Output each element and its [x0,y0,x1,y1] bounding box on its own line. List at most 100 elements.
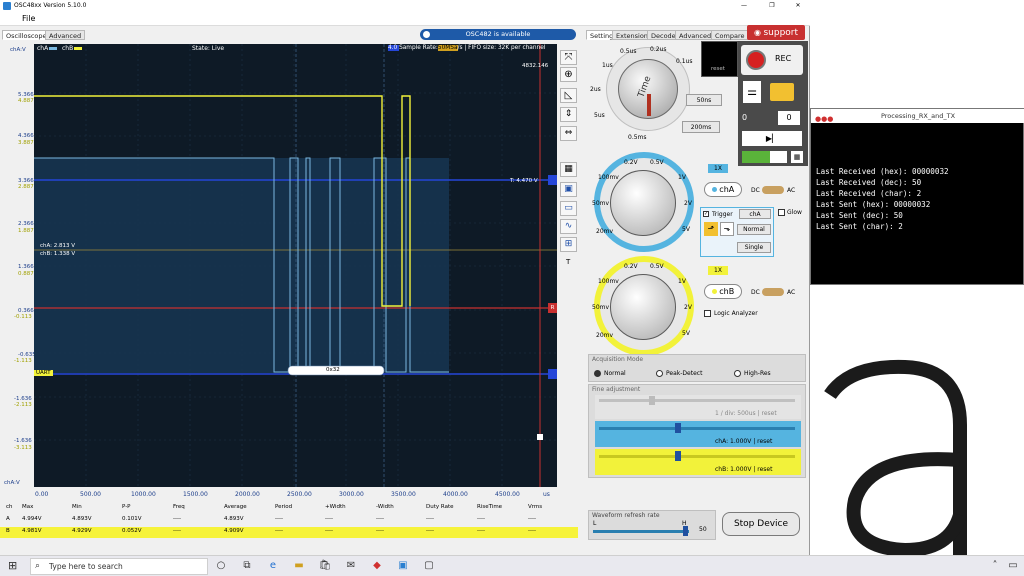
sample-prefix: 4.0 [388,45,400,51]
acq-normal-radio[interactable] [594,370,601,377]
oscilloscope-taskbar-icon[interactable]: ▣ [396,559,410,573]
time-fine-slider[interactable]: 1 / div: 500us | reset [595,395,801,419]
chb-fine-slider[interactable]: chB: 1.000V | reset [595,449,801,475]
save-icon[interactable]: ▣ [560,182,577,197]
text-tool-icon[interactable]: T [566,258,570,266]
legend-cha[interactable]: chA [37,45,58,52]
sample-rate-info: 4.0 Sample Rate:50MSa/s | FIFO size: 32K… [388,45,546,51]
y-tick-b: -0.113 [14,314,32,320]
support-button[interactable]: ◉ support [747,25,805,40]
acq-peak-radio[interactable] [656,370,663,377]
y-tick-b: 3.887 [18,140,34,146]
chb-fine-thumb[interactable] [675,451,681,461]
legend-chb[interactable]: chB [62,45,83,52]
cell: ---- [426,528,434,534]
chb-knob-label: 100mv [598,278,619,285]
y-tick-b: 4.887 [18,98,34,104]
notification-icon[interactable]: ▭ [1006,559,1020,573]
maximize-button[interactable]: ❐ [762,0,782,12]
right-marker-r[interactable]: R [548,303,557,313]
trigger-normal-button[interactable]: Normal [737,224,771,235]
taskbar-search-input[interactable]: ⌕ Type here to search [30,558,208,575]
counter-right[interactable]: 0 [778,111,800,125]
chb-knob[interactable] [610,274,676,340]
tray-chevron-icon[interactable]: ˄ [988,559,1002,573]
ruler-icon[interactable]: ◺ [560,88,577,103]
explorer-icon[interactable]: ▬ [292,559,306,573]
time-fine-thumb[interactable] [649,396,655,405]
trigger-channel-select[interactable]: chA [739,209,771,219]
close-button[interactable]: ✕ [788,0,808,12]
processing-line: Last Received (char): 2 [816,189,922,198]
cha-fine-label: chA: 1.000V | reset [715,438,773,445]
play-icon[interactable]: ▶▏ [742,131,802,146]
cha-dc-label: DC [751,187,760,194]
folder-icon[interactable] [770,83,794,101]
cell: A [6,516,10,522]
equalizer-icon[interactable]: ⚌ [743,81,761,103]
cha-button[interactable]: chA [704,182,742,197]
app-icon-taskbar[interactable]: ◆ [370,559,384,573]
task-view-icon[interactable]: ⧉ [240,559,254,573]
trigger-box: ✓ Trigger chA ⬏ ⬎ Normal Single [700,207,774,257]
falling-edge-icon[interactable]: ⬎ [720,222,734,236]
screenshot-icon[interactable]: ▭ [560,201,577,216]
time-select-slow[interactable]: 200ms [682,121,720,133]
oscilloscope-app-window: OSC48xx Version 5.10.0 — ❐ ✕ File Oscill… [0,0,810,555]
stop-device-button[interactable]: Stop Device [722,512,800,536]
cha-knob[interactable] [610,170,676,236]
mail-icon[interactable]: ✉ [344,559,358,573]
cha-coupling-toggle[interactable] [762,186,784,194]
glow-checkbox[interactable] [778,209,785,216]
processing-window-buttons[interactable]: ●●● [815,112,833,126]
col-header: Duty Rate [426,504,454,510]
scope-screen[interactable]: chA chB State: Live 4.0 Sample Rate:50MS… [34,44,557,487]
chB-fill [34,158,449,373]
cha-fine-thumb[interactable] [675,423,681,433]
cha-scale[interactable]: 1X [708,164,728,173]
chb-button[interactable]: chB [704,284,742,299]
waveform-icon[interactable]: ∿ [560,219,577,234]
tab-advanced-left[interactable]: Advanced [45,30,86,40]
cha-fine-slider[interactable]: chA: 1.000V | reset [595,421,801,447]
calculator-icon[interactable]: ▦ [560,162,577,177]
cell: ---- [477,516,485,522]
logic-analyzer-checkbox[interactable] [704,310,711,317]
uart-label[interactable]: UART [34,370,53,376]
chb-button-dot [711,289,717,294]
cortana-icon[interactable]: ○ [214,559,228,573]
cell: B [6,528,10,534]
horizontal-cursor-icon[interactable]: ⇔ [560,126,577,141]
right-marker-t[interactable] [548,175,557,185]
cursor-handle[interactable] [537,434,543,440]
vertical-cursor-icon[interactable]: ⇕ [560,107,577,122]
refresh-thumb[interactable] [683,526,688,536]
right-marker-uart[interactable] [548,369,557,379]
processing-taskbar-icon[interactable]: ▢ [422,559,436,573]
time-select-fast[interactable]: 50ns [686,94,722,106]
tab-compare[interactable]: Compare [711,30,749,40]
trigger-checkbox[interactable]: ✓ [703,211,709,217]
time-reset-display[interactable]: reset [701,41,738,77]
tab-oscilloscope[interactable]: Oscilloscope [2,30,51,40]
store-icon[interactable]: 🛍 [318,559,332,573]
chb-scale[interactable]: 1X [708,266,728,275]
minimize-button[interactable]: — [734,0,754,12]
trigger-single-button[interactable]: Single [737,242,771,253]
zoom-icon[interactable]: ⊕ [560,67,577,82]
tab-advanced-right[interactable]: Advanced [675,30,716,40]
tab-extension[interactable]: Extension [612,30,652,40]
rising-edge-icon[interactable]: ⬏ [704,222,718,236]
cell: 4.929V [72,528,92,534]
grid-icon[interactable]: ⊞ [560,237,577,252]
device-available-banner[interactable]: OSC482 is available [420,29,576,40]
edge-icon[interactable]: e [266,559,280,573]
chb-coupling-toggle[interactable] [762,288,784,296]
cell: ---- [275,528,283,534]
cell: ---- [376,516,384,522]
rec-button[interactable]: REC [741,45,803,75]
menu-file[interactable]: File [22,12,35,26]
fullscreen-icon[interactable]: ⤧ [560,50,577,65]
windows-start-icon[interactable]: ⊞ [8,560,17,572]
acq-highres-radio[interactable] [734,370,741,377]
